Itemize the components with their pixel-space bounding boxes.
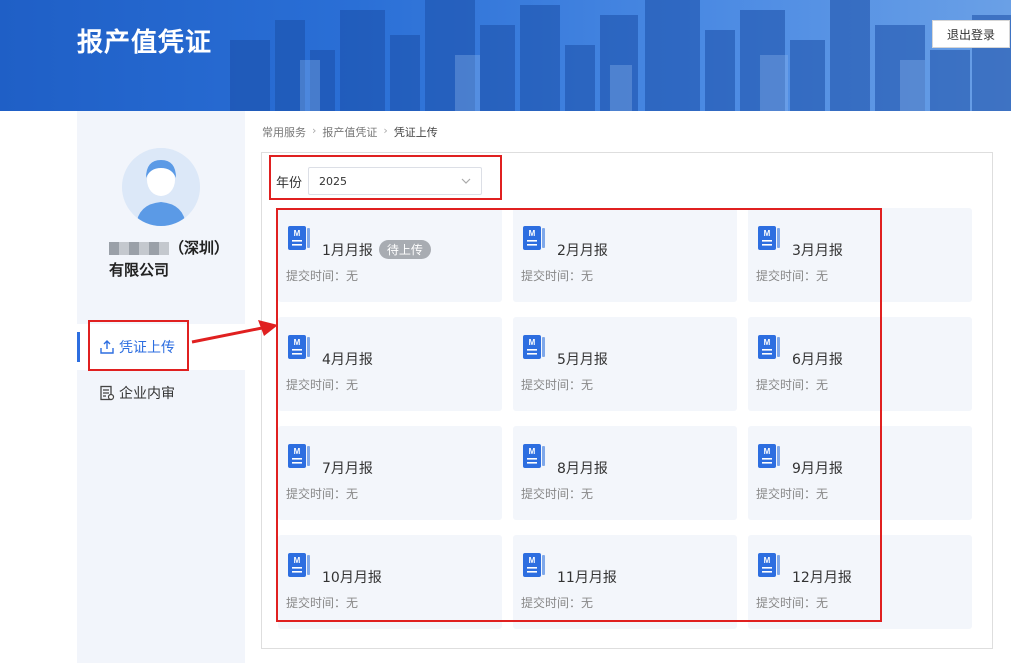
sidebar-item-internal-audit[interactable]: 企业内审 xyxy=(77,370,245,416)
chevron-right-icon: › xyxy=(383,124,388,137)
annotation-box-nav xyxy=(88,320,189,371)
page-title: 报产值凭证 xyxy=(77,28,213,58)
annotation-arrow-icon xyxy=(191,320,278,344)
breadcrumb: 常用服务 › 报产值凭证 › 凭证上传 xyxy=(262,124,438,140)
chevron-right-icon: › xyxy=(312,124,317,137)
user-avatar-icon xyxy=(122,148,200,226)
breadcrumb-item[interactable]: 报产值凭证 xyxy=(322,124,377,140)
breadcrumb-item[interactable]: 常用服务 xyxy=(262,124,306,140)
annotation-box-reports xyxy=(276,208,882,622)
redacted-name xyxy=(109,242,169,255)
logout-button[interactable]: 退出登录 xyxy=(932,20,1010,48)
company-name: （深圳）有限公司 xyxy=(109,239,230,279)
annotation-box-year xyxy=(269,155,502,200)
header-banner: 报产值凭证 退出登录 xyxy=(0,0,1011,111)
profile-card: （深圳）有限公司 xyxy=(77,111,245,321)
avatar xyxy=(122,148,200,226)
breadcrumb-current: 凭证上传 xyxy=(393,126,438,139)
sidebar-item-label: 企业内审 xyxy=(119,386,175,402)
audit-doc-icon xyxy=(99,385,115,401)
sidebar: （深圳）有限公司 凭证上传 企业内审 xyxy=(77,111,245,663)
